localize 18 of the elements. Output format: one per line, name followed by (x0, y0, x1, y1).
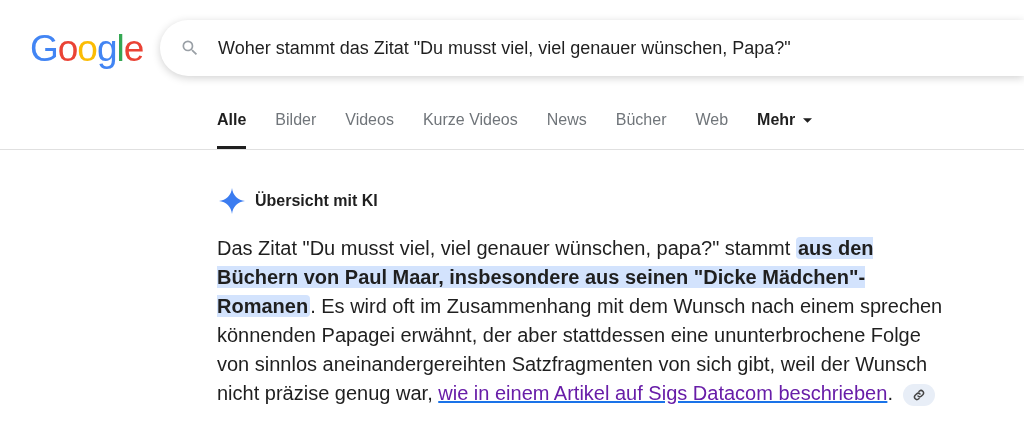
source-link[interactable]: wie in einem Artikel auf Sigs Datacom beschrieben (438, 382, 888, 404)
link-icon (912, 388, 925, 401)
tab[interactable]: Alle (217, 108, 247, 149)
tab[interactable]: Web (695, 108, 729, 149)
sparkle-icon (219, 188, 245, 214)
tab[interactable]: Kurze Videos (422, 108, 518, 149)
overview-paragraph: Das Zitat "Du musst viel, viel genauer wünschen, papa?" stammt aus den Büchern von Paul Maar, insbesondere aus seinen "Dicke Mädchen"-Romanen. Es wird oft im Zusammenhang mit dem Wunsch nach einem sprechen könnenden Papagei erwähnt, der aber stattdessen eine ununterbrochene Folge von sinnlos aneinandergereihten Satzfragmenten von sich gibt, weil der Wunsch nicht präzise genug war, wie in einem Artikel auf Sigs Datacom beschrieben. (217, 236, 944, 408)
section-title: Übersicht mit KI (255, 190, 378, 211)
link-chip-button[interactable] (902, 383, 935, 406)
caret-icon (803, 117, 813, 123)
search-icon (180, 38, 200, 58)
search-field[interactable]: Woher stammt das Zitat "Du musst viel, viel genauer wünschen, Papa?" (160, 20, 1024, 76)
tab[interactable]: News (546, 108, 587, 149)
tab[interactable]: Bücher (615, 108, 667, 149)
more-menu-button[interactable]: Mehr (757, 108, 813, 149)
tab[interactable]: Bilder (275, 108, 317, 149)
tab[interactable]: Videos (345, 108, 394, 149)
search-query: Woher stammt das Zitat "Du musst viel, viel genauer wünschen, Papa?" (218, 36, 791, 60)
